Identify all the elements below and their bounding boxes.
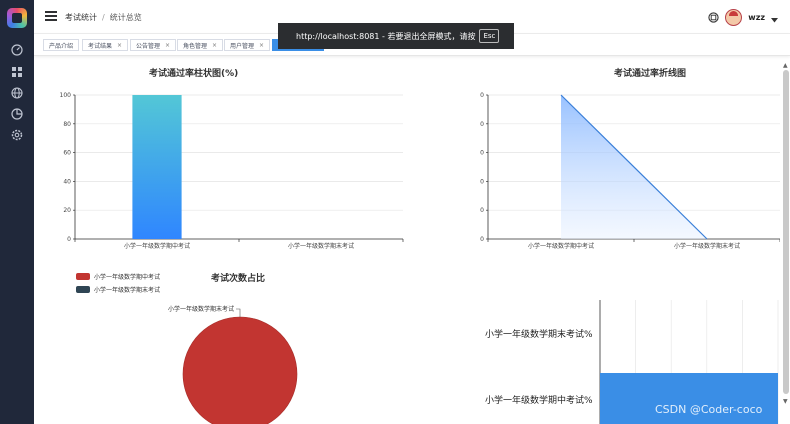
tag-label: 用户管理	[230, 42, 255, 50]
pie-chart-icon[interactable]	[11, 105, 23, 120]
fullscreen-notice: http://localhost:8081 - 若要退出全屏模式，请按 Esc	[278, 23, 514, 49]
tag-label: 考试结果	[88, 42, 113, 50]
tag-label: 公告管理	[136, 42, 161, 50]
menu-toggle-icon[interactable]	[45, 11, 57, 21]
hbar-category-label: 小学一年级数学期中考试%	[485, 396, 593, 406]
dashboard-icon[interactable]	[11, 41, 23, 56]
y-tick-label: 80	[63, 121, 71, 128]
scroll-down-arrow[interactable]: ▼	[783, 398, 789, 405]
fullscreen-icon[interactable]	[708, 8, 719, 27]
globe-icon[interactable]	[11, 84, 23, 99]
avatar[interactable]	[725, 8, 743, 26]
legend-label: 小学一年级数学期末考试	[94, 287, 161, 294]
header-right: wzz	[708, 8, 778, 26]
breadcrumb-current: 统计总览	[109, 13, 142, 22]
y-tick-label: 100	[480, 92, 484, 99]
tag-exam-results[interactable]: 考试结果 ×	[82, 39, 129, 51]
pie-legend-item[interactable]: 小学一年级数学期末考试	[76, 285, 160, 294]
line-chart: 0 20 40 60 80 100 小学一年级数学期中考试 小学一年级数学期末考试	[480, 92, 780, 250]
tag-product-intro[interactable]: 产品介绍	[43, 39, 80, 51]
pie-label-line	[236, 308, 241, 317]
breadcrumb: 考试统计 / 统计总览	[65, 12, 142, 23]
close-icon[interactable]: ×	[259, 42, 264, 49]
line-chart-title: 考试通过率折线图	[614, 69, 687, 79]
x-tick-label: 小学一年级数学期末考试	[288, 242, 354, 250]
esc-key-badge: Esc	[479, 29, 500, 43]
close-icon[interactable]: ×	[212, 42, 217, 49]
fullscreen-notice-text: http://localhost:8081 - 若要退出全屏模式，请按	[296, 31, 476, 41]
hbar-category-label: 小学一年级数学期末考试%	[485, 330, 593, 340]
grid-icon[interactable]	[11, 63, 23, 77]
x-tick-label: 小学一年级数学期中考试	[528, 242, 594, 250]
y-tick-label: 0	[480, 236, 484, 243]
y-tick-label: 20	[480, 207, 484, 214]
y-tick-label: 60	[63, 150, 71, 157]
tag-roles[interactable]: 角色管理 ×	[177, 39, 224, 51]
pie-legend-item[interactable]: 小学一年级数学期中考试	[76, 272, 160, 281]
bar-chart-title: 考试通过率柱状图(%)	[149, 69, 239, 79]
caret-down-icon[interactable]	[771, 8, 778, 27]
user-name[interactable]: wzz	[748, 13, 765, 22]
x-tick-label: 小学一年级数学期中考试	[124, 242, 190, 250]
y-tick-label: 0	[67, 236, 71, 243]
y-tick-label: 20	[63, 207, 71, 214]
bar	[132, 95, 182, 239]
legend-label: 小学一年级数学期中考试	[94, 274, 161, 281]
tag-label: 产品介绍	[49, 42, 74, 50]
scroll-up-arrow[interactable]: ▲	[783, 62, 789, 69]
pie-slice	[182, 316, 298, 424]
bar-chart: 0 20 40 60 80 100 小学一年级数学期中考试 小学一年级数学期末考试	[60, 92, 404, 250]
y-tick-label: 60	[480, 150, 484, 157]
y-tick-label: 100	[60, 92, 72, 99]
hbar	[600, 373, 778, 424]
y-tick-label: 40	[480, 178, 484, 185]
tag-users[interactable]: 用户管理 ×	[224, 39, 271, 51]
tag-label: 角色管理	[183, 42, 208, 50]
settings-icon[interactable]	[11, 126, 23, 141]
close-icon[interactable]: ×	[117, 42, 122, 49]
y-tick-label: 80	[480, 121, 484, 128]
breadcrumb-parent[interactable]: 考试统计	[65, 13, 97, 22]
sidebar	[0, 0, 34, 424]
watermark: CSDN @Coder-coco	[655, 403, 763, 416]
close-icon[interactable]: ×	[165, 42, 170, 49]
legend-swatch	[76, 286, 90, 293]
tag-announcements[interactable]: 公告管理 ×	[130, 39, 177, 51]
scrollbar-thumb[interactable]	[783, 70, 789, 394]
breadcrumb-separator: /	[102, 13, 105, 22]
x-tick-label: 小学一年级数学期末考试	[674, 242, 740, 250]
pie-label: 小学一年级数学期末考试	[168, 305, 234, 313]
pie-chart-title: 考试次数占比	[211, 274, 266, 284]
y-tick-label: 40	[63, 178, 71, 185]
legend-swatch	[76, 273, 90, 280]
pie-chart: 小学一年级数学期末考试	[168, 305, 298, 424]
app-logo[interactable]	[7, 8, 27, 28]
